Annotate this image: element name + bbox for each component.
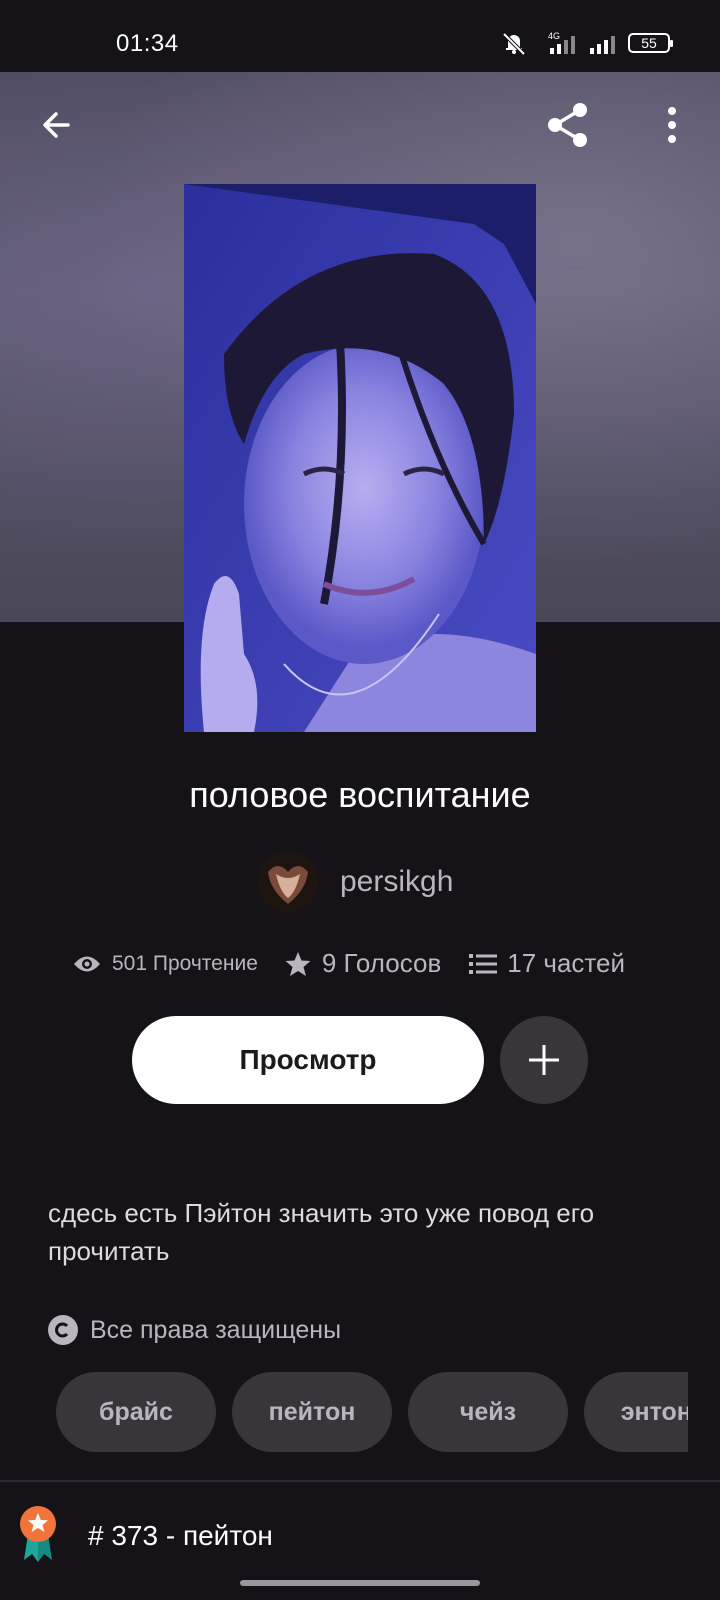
cover-photo <box>184 184 536 732</box>
tag-chip[interactable]: чейз <box>408 1372 568 1452</box>
status-bar: 01:34 4G 55 <box>0 0 720 72</box>
tag-chip[interactable]: энтони <box>584 1372 688 1452</box>
share-icon <box>548 103 587 147</box>
votes-count: 9 Голосов <box>321 948 442 978</box>
parts-stat: 17 частей <box>469 948 625 979</box>
story-stats: 501 Прочтение 9 Голосов 17 частей <box>72 948 672 979</box>
copyright-notice: Все права защищены <box>48 1315 341 1345</box>
ranking-text: # 373 - пейтон <box>88 1520 273 1551</box>
more-vertical-icon <box>668 107 676 143</box>
eye-icon <box>74 956 100 971</box>
votes-stat: 9 Голосов <box>284 948 441 979</box>
author-name: persikgh <box>340 865 454 898</box>
ranking-badge-icon <box>20 1506 56 1562</box>
arrow-left-icon <box>43 112 70 138</box>
avatar-image <box>258 852 318 912</box>
status-icons: 4G 55 <box>500 30 673 56</box>
tags-list[interactable]: брайс пейтон чейз энтони <box>56 1372 688 1452</box>
signal-icon <box>590 36 615 54</box>
svg-text:4G: 4G <box>548 31 560 41</box>
tag-chip[interactable]: пейтон <box>232 1372 392 1452</box>
list-icon <box>469 953 498 974</box>
story-description: сдесь есть Пэйтон значить это уже повод … <box>48 1198 595 1266</box>
back-button[interactable] <box>26 95 86 155</box>
read-button[interactable]: Просмотр <box>132 1016 484 1104</box>
reads-stat: 501 Прочтение <box>72 952 258 976</box>
avatar <box>258 852 318 912</box>
author-link[interactable]: persikgh <box>258 852 453 912</box>
reads-count: 501 Прочтение <box>112 951 258 975</box>
copyright-glyph <box>55 1322 69 1338</box>
story-cover-image[interactable] <box>184 184 536 732</box>
battery-indicator: 55 <box>628 33 673 53</box>
copyright-text: Все права защищены <box>90 1315 342 1344</box>
add-to-library-button[interactable] <box>500 1016 588 1104</box>
star-icon <box>285 951 311 976</box>
share-button[interactable] <box>538 95 598 155</box>
tag-chip[interactable]: брайс <box>56 1372 216 1452</box>
bell-muted-icon <box>502 32 526 56</box>
more-options-button[interactable] <box>642 95 702 155</box>
story-title: половое воспитание <box>189 774 531 815</box>
ranking-row[interactable]: # 373 - пейтон <box>0 1482 720 1582</box>
home-indicator[interactable] <box>240 1580 480 1586</box>
status-time: 01:34 <box>116 30 179 57</box>
copyright-icon <box>48 1315 78 1345</box>
plus-icon <box>529 1045 559 1075</box>
parts-count: 17 частей <box>507 948 626 978</box>
signal-4g-icon: 4G <box>548 31 575 54</box>
